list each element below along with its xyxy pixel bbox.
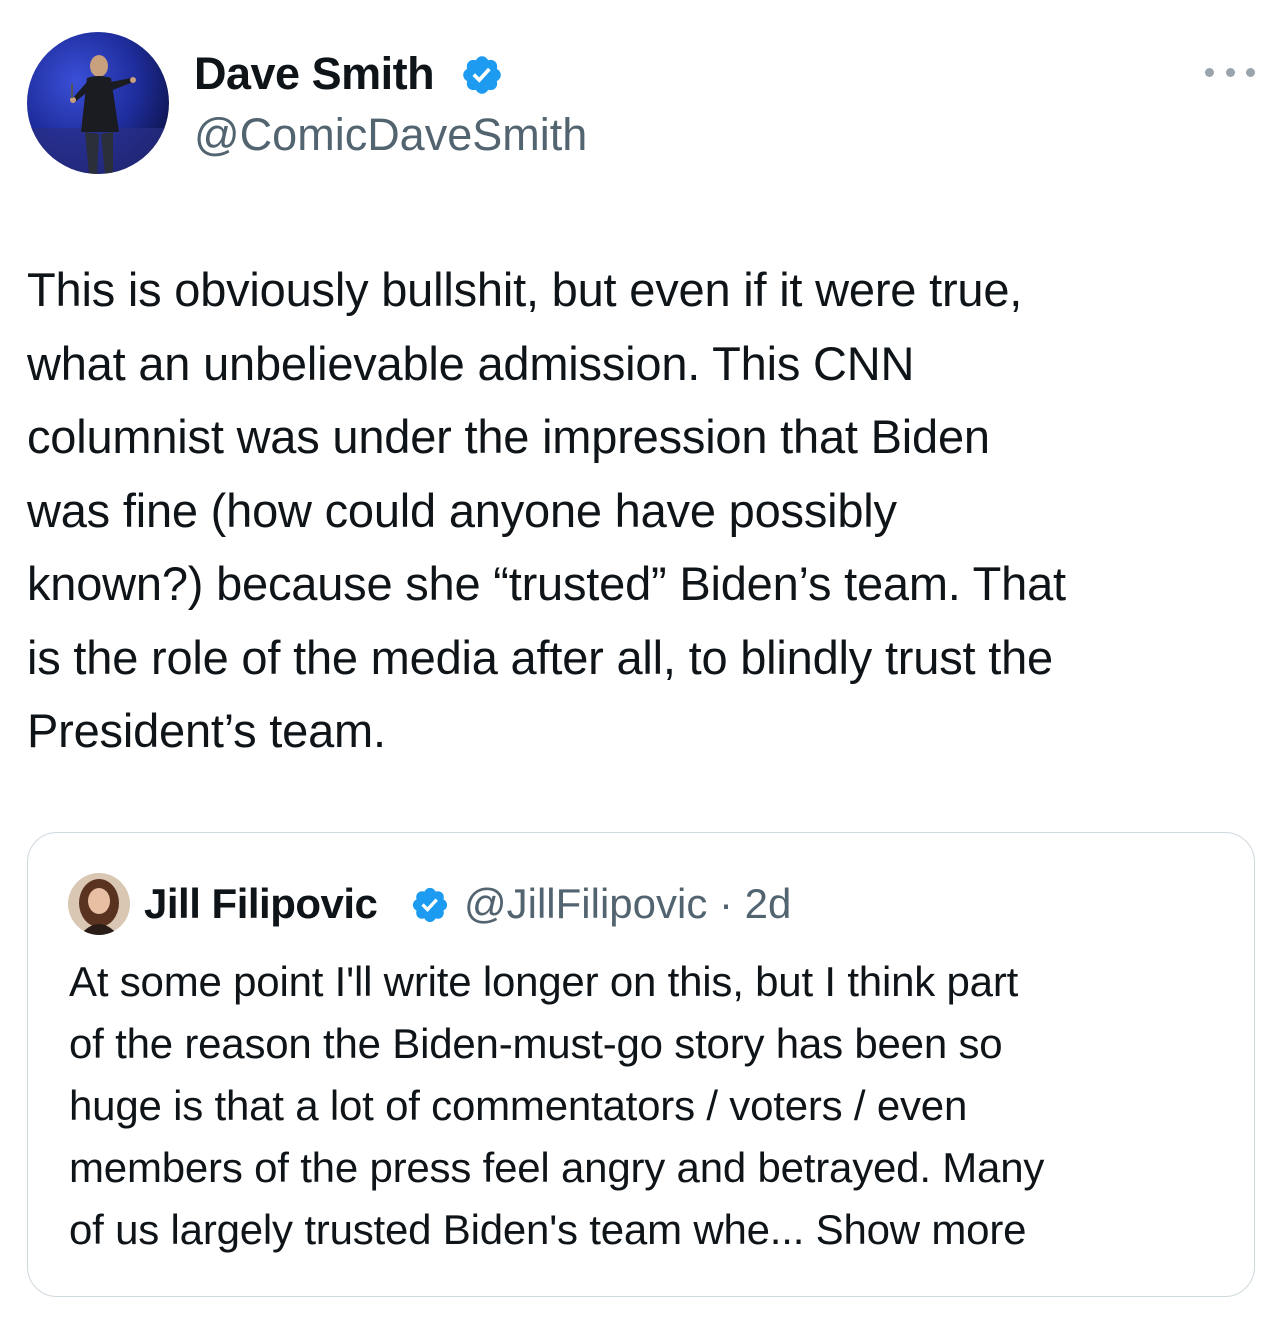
dot-icon (1205, 67, 1214, 77)
quote-text: At some point I'll write longer on this,… (69, 958, 1045, 1253)
author-avatar[interactable] (27, 32, 169, 174)
quote-meta: @JillFilipovic · 2d (464, 877, 791, 931)
quote-author-avatar[interactable] (68, 873, 130, 935)
quote-timestamp[interactable]: 2d (745, 880, 792, 927)
verified-badge-icon (460, 53, 504, 97)
tweet-text: This is obviously bullshit, but even if … (27, 263, 1066, 757)
more-horizontal-icon[interactable] (1205, 62, 1255, 82)
dot-icon (1225, 67, 1235, 77)
quoted-tweet-card[interactable]: Jill Filipovic @JillFilipovic · 2d At so… (27, 832, 1255, 1297)
dot-icon (1246, 67, 1255, 77)
meta-separator: · (719, 880, 733, 927)
quote-author-handle[interactable]: @JillFilipovic (464, 880, 707, 927)
author-handle[interactable]: @ComicDaveSmith (194, 107, 587, 163)
author-name[interactable]: Dave Smith (194, 46, 435, 102)
verified-badge-icon (410, 885, 450, 925)
quote-author-name[interactable]: Jill Filipovic (144, 877, 378, 931)
